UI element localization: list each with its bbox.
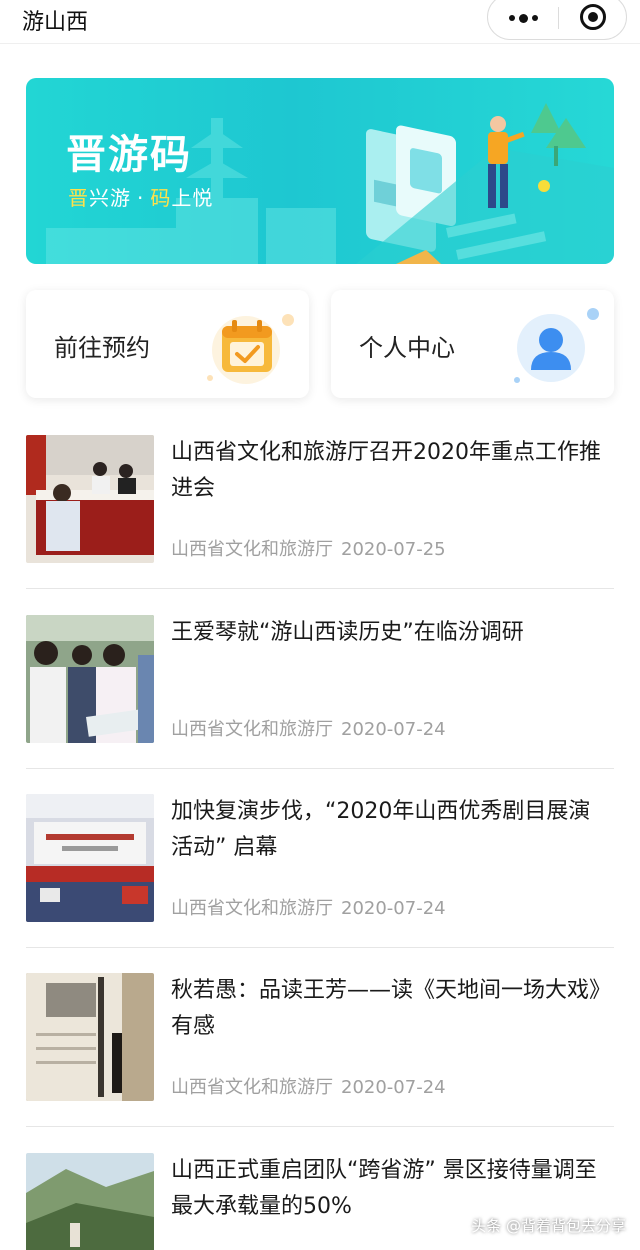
- news-thumbnail: [26, 794, 154, 922]
- banner-title: 晋游码: [66, 132, 192, 178]
- close-target-icon[interactable]: [580, 4, 606, 30]
- list-divider: [26, 1126, 614, 1127]
- personal-center-card[interactable]: 个人中心: [331, 290, 614, 398]
- news-item[interactable]: 王爱琴就“游山西读历史”在临汾调研 山西省文化和旅游厅 2020-07-24: [26, 615, 614, 793]
- dot-icon: [518, 13, 528, 23]
- book-visit-label: 前往预约: [54, 334, 150, 362]
- news-meta: 山西省文化和旅游厅 2020-07-24: [171, 715, 446, 741]
- jinyouma-banner[interactable]: 晋游码 晋兴游 · 码上悦: [26, 78, 614, 264]
- news-thumbnail: [26, 435, 154, 563]
- news-thumbnail: [26, 615, 154, 743]
- personal-center-label: 个人中心: [359, 334, 455, 362]
- news-headline: 王爱琴就“游山西读历史”在临汾调研: [171, 620, 524, 645]
- list-divider: [26, 768, 614, 769]
- news-headline: 山西省文化和旅游厅召开2020年重点工作推进会: [171, 440, 601, 501]
- more-button[interactable]: [488, 0, 558, 41]
- list-divider: [26, 947, 614, 948]
- calendar-check-icon: [207, 310, 294, 384]
- list-divider: [26, 588, 614, 589]
- banner-subtitle-part: 晋: [68, 186, 89, 210]
- dot-icon: [508, 15, 515, 21]
- news-source: 山西省文化和旅游厅: [171, 719, 333, 740]
- page-title: 游山西: [22, 10, 89, 35]
- news-item[interactable]: 秋若愚：品读王芳——读《天地间一场大戏》有感 山西省文化和旅游厅 2020-07-…: [26, 973, 614, 1151]
- user-avatar-icon: [514, 308, 599, 383]
- news-headline: 加快复演步伐，“2020年山西优秀剧目展演活动” 启幕: [171, 799, 591, 860]
- banner-subtitle-part: 上悦: [171, 186, 214, 210]
- news-date: 2020-07-25: [341, 539, 446, 560]
- news-date: 2020-07-24: [341, 898, 446, 919]
- top-bar: 游山西: [0, 0, 640, 44]
- news-item[interactable]: 加快复演步伐，“2020年山西优秀剧目展演活动” 启幕 山西省文化和旅游厅 202…: [26, 794, 614, 972]
- news-date: 2020-07-24: [341, 719, 446, 740]
- news-meta: 山西省文化和旅游厅 2020-07-24: [171, 894, 446, 920]
- banner-subtitle-part: 码: [150, 186, 172, 210]
- news-item[interactable]: 山西省文化和旅游厅召开2020年重点工作推进会 山西省文化和旅游厅 2020-07…: [26, 435, 614, 613]
- news-source: 山西省文化和旅游厅: [171, 539, 333, 560]
- news-thumbnail: [26, 1153, 154, 1250]
- miniprogram-capsule: [487, 0, 627, 40]
- capsule-divider: [558, 7, 559, 29]
- news-meta: 山西省文化和旅游厅 2020-07-25: [171, 535, 446, 561]
- banner-subtitle-separator: ·: [137, 186, 145, 210]
- dot-icon: [531, 15, 538, 21]
- news-thumbnail: [26, 973, 154, 1101]
- banner-subtitle: 晋兴游 · 码上悦: [68, 182, 213, 211]
- news-source: 山西省文化和旅游厅: [171, 1077, 333, 1098]
- news-meta: 山西省文化和旅游厅 2020-07-24: [171, 1073, 446, 1099]
- banner-subtitle-part: 兴游: [89, 186, 131, 210]
- news-headline: 秋若愚：品读王芳——读《天地间一场大戏》有感: [171, 978, 612, 1039]
- book-visit-card[interactable]: 前往预约: [26, 290, 309, 398]
- news-source: 山西省文化和旅游厅: [171, 898, 333, 919]
- news-date: 2020-07-24: [341, 1077, 446, 1098]
- watermark-text: 头条 @背着背包去分享: [471, 1217, 626, 1235]
